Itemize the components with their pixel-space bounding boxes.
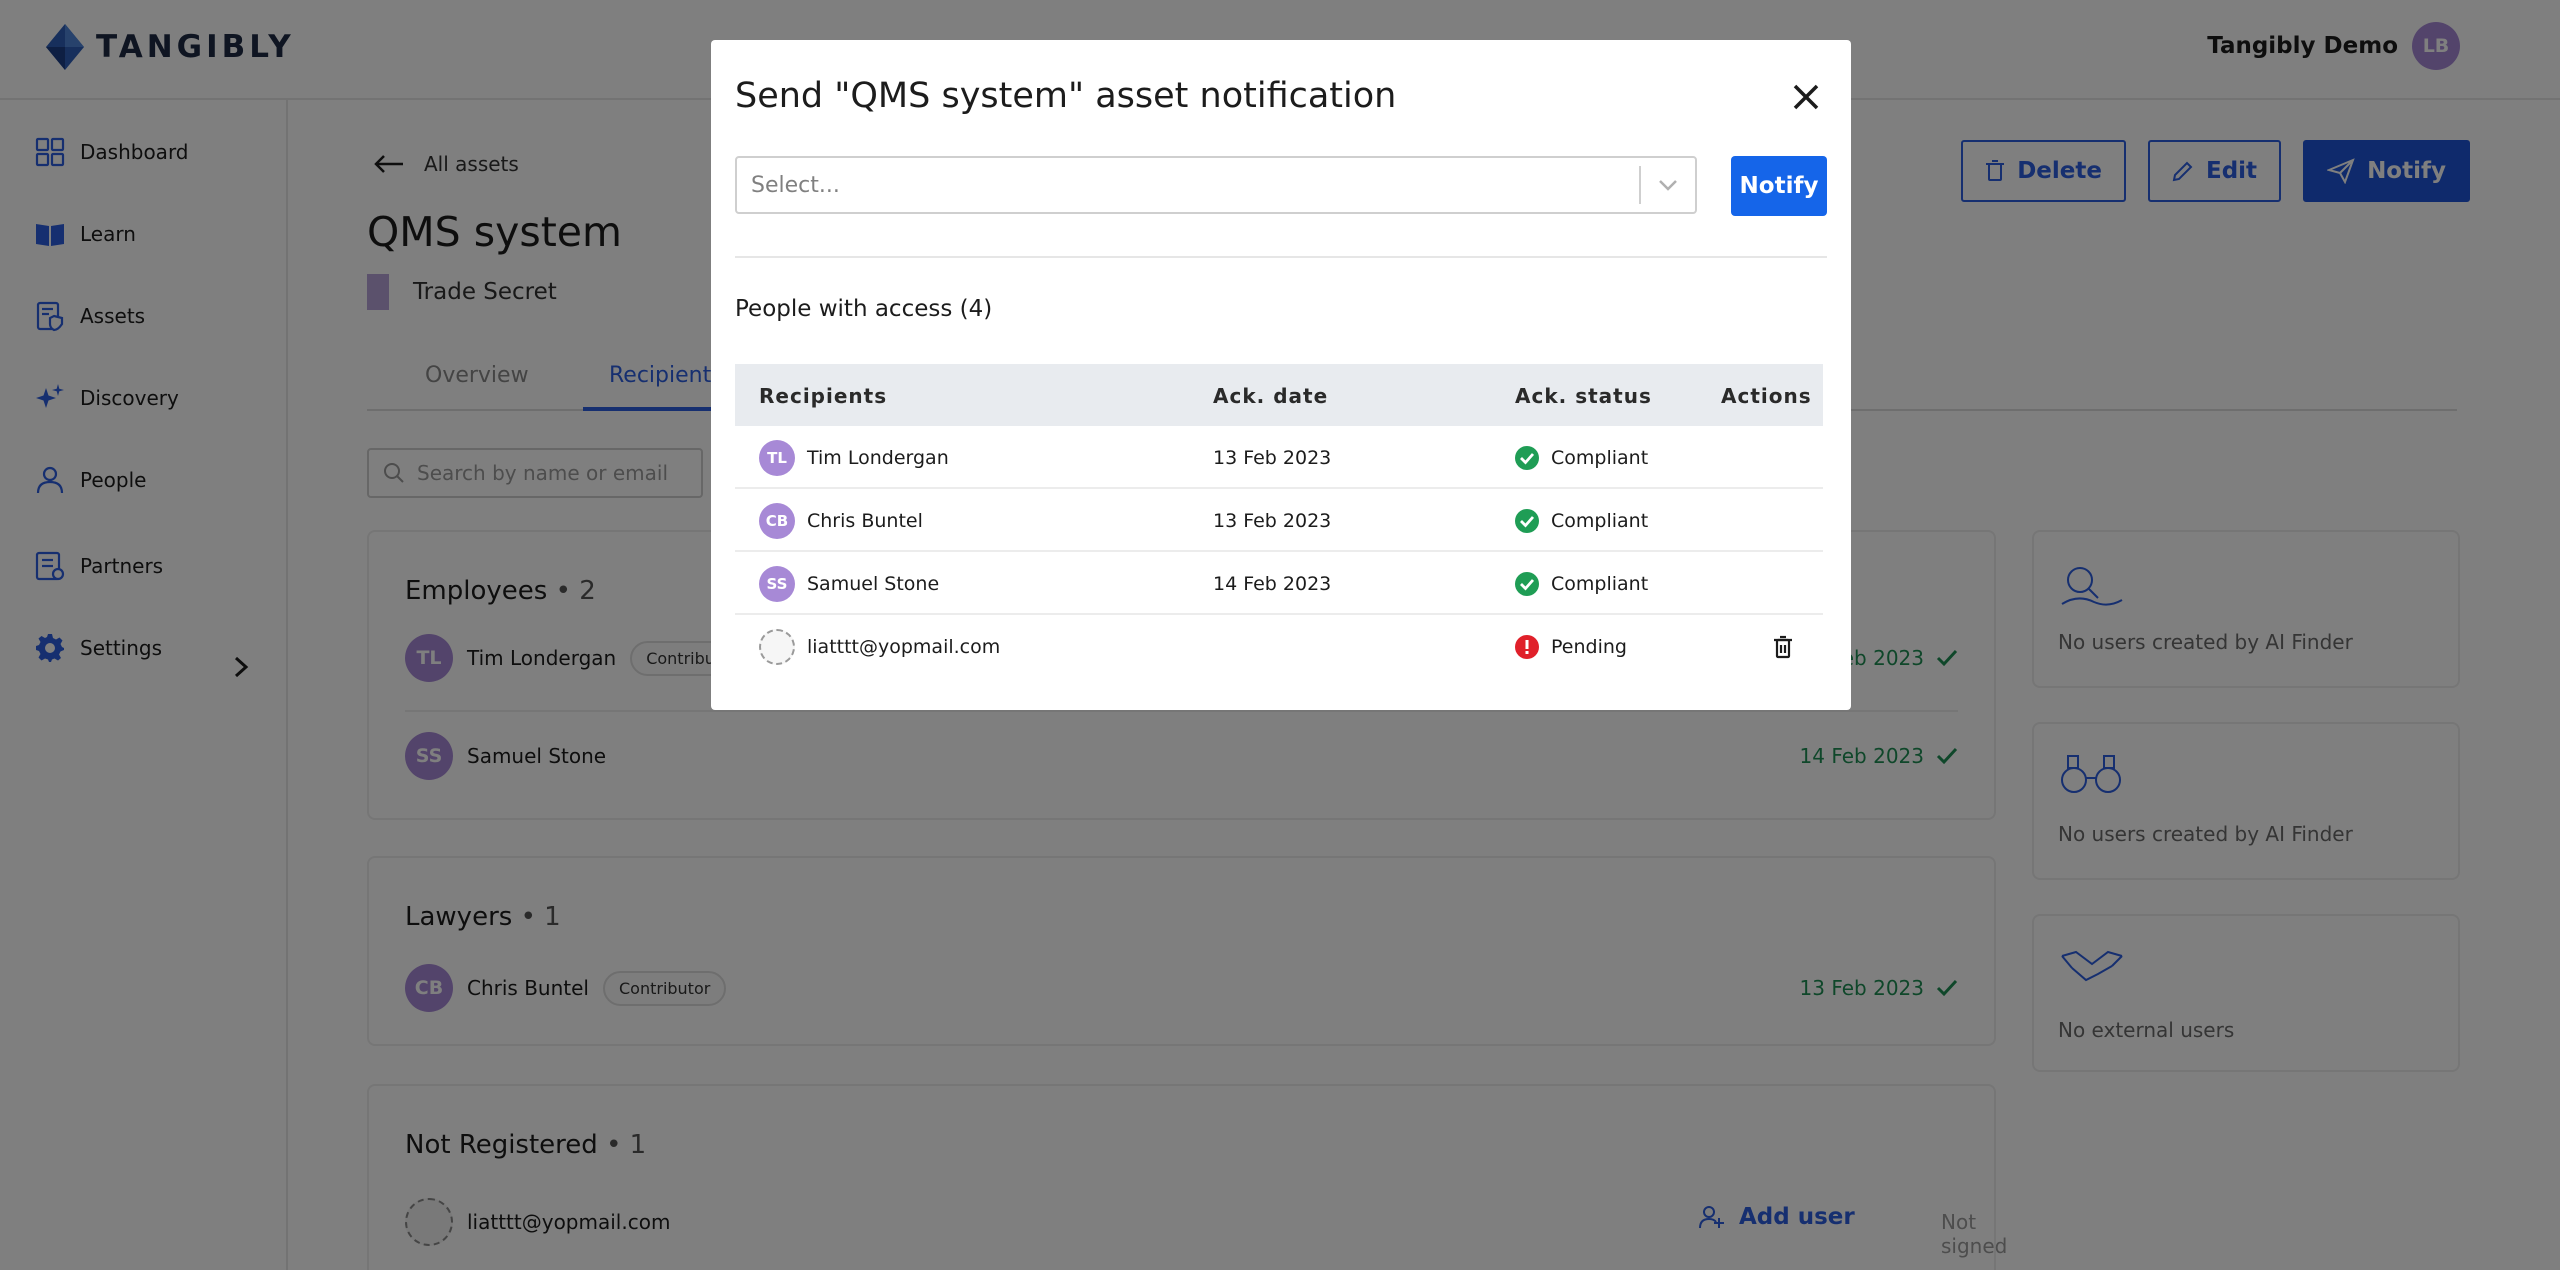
- recipient-cell: TL Tim Londergan: [759, 426, 949, 489]
- modal-notify-button[interactable]: Notify: [1731, 156, 1827, 216]
- notification-modal: Send "QMS system" asset notification Sel…: [711, 40, 1851, 710]
- trash-icon: [1774, 635, 1792, 658]
- close-icon[interactable]: [1791, 82, 1821, 112]
- modal-title: Send "QMS system" asset notification: [735, 76, 1397, 116]
- check-circle-icon: [1515, 508, 1539, 533]
- table-header: Recipients Ack. date Ack. status Actions: [735, 364, 1823, 426]
- check-circle-icon: [1515, 571, 1539, 596]
- divider: [735, 256, 1827, 258]
- ack-status-cell: Pending: [1515, 615, 1627, 678]
- recipient-cell: CB Chris Buntel: [759, 489, 923, 552]
- select-placeholder: Select...: [751, 172, 840, 198]
- recipient-cell: SS Samuel Stone: [759, 552, 939, 615]
- delete-recipient-button[interactable]: [1773, 615, 1793, 678]
- ack-date-cell: 13 Feb 2023: [1213, 446, 1332, 469]
- status-label: Pending: [1551, 635, 1627, 658]
- table-row: SS Samuel Stone 14 Feb 2023 Compliant: [735, 552, 1823, 615]
- avatar: SS: [759, 565, 795, 602]
- avatar: TL: [759, 439, 795, 476]
- chevron-down-icon[interactable]: [1641, 178, 1695, 192]
- check-circle-icon: [1515, 445, 1539, 470]
- status-label: Compliant: [1551, 572, 1649, 595]
- ack-date-cell: 13 Feb 2023: [1213, 509, 1332, 532]
- avatar: CB: [759, 502, 795, 539]
- recipient-name: Chris Buntel: [807, 509, 923, 532]
- status-label: Compliant: [1551, 509, 1649, 532]
- placeholder-avatar: [759, 628, 795, 665]
- recipient-name: Tim Londergan: [807, 446, 949, 469]
- recipient-name: Samuel Stone: [807, 572, 940, 595]
- column-header: Ack. status: [1515, 384, 1652, 408]
- ack-status-cell: Compliant: [1515, 426, 1648, 489]
- status-label: Compliant: [1551, 446, 1649, 469]
- ack-status-cell: Compliant: [1515, 552, 1648, 615]
- table-row: TL Tim Londergan 13 Feb 2023 Compliant: [735, 426, 1823, 489]
- table-row: liatttt@yopmail.com Pending: [735, 615, 1823, 678]
- column-header: Actions: [1721, 384, 1812, 408]
- table-row: CB Chris Buntel 13 Feb 2023 Compliant: [735, 489, 1823, 552]
- recipient-select[interactable]: Select...: [735, 156, 1697, 214]
- ack-status-cell: Compliant: [1515, 489, 1648, 552]
- alert-circle-icon: [1515, 634, 1539, 659]
- recipient-name: liatttt@yopmail.com: [807, 635, 1001, 658]
- access-section-title: People with access (4): [735, 296, 993, 322]
- ack-date-cell: 14 Feb 2023: [1213, 572, 1332, 595]
- recipient-cell: liatttt@yopmail.com: [759, 615, 1000, 678]
- column-header: Recipients: [759, 384, 888, 408]
- column-header: Ack. date: [1213, 384, 1329, 408]
- access-table: Recipients Ack. date Ack. status Actions…: [735, 364, 1823, 678]
